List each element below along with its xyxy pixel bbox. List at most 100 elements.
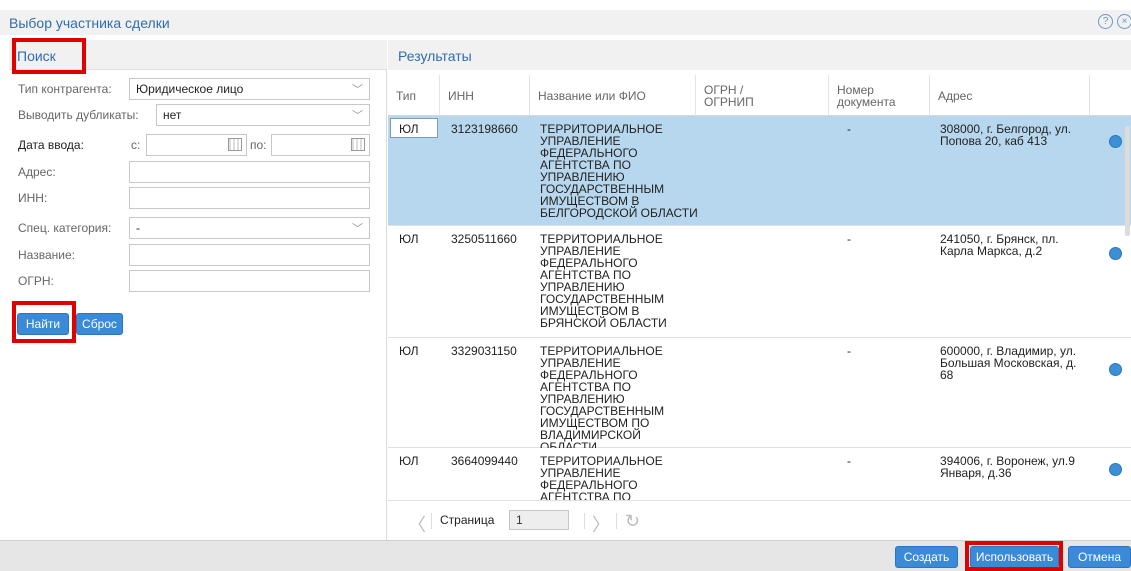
cell-address: 308000, г. Белгород, ул. Попова 20, каб …	[940, 122, 1072, 148]
category-select[interactable]: - ﹀	[129, 217, 370, 239]
page-number-value: 1	[516, 513, 523, 527]
results-table-header: Тип ИНН Название или ФИО ОГРН / ОГРНИП Н…	[388, 75, 1131, 116]
select-radio[interactable]	[1109, 135, 1122, 148]
cell-type: ЮЛ	[399, 232, 419, 246]
cell-address: 241050, г. Брянск, пл. Карла Маркса, д.2	[940, 232, 1059, 258]
name-label: Название:	[18, 248, 75, 262]
cell-inn: 3250511660	[451, 232, 517, 246]
contractor-type-select[interactable]: Юридическое лицо ﹀	[129, 78, 370, 100]
chevron-down-icon: ﹀	[352, 223, 363, 235]
scrollbar-thumb[interactable]	[1125, 126, 1130, 236]
next-page-icon[interactable]: 〉	[592, 511, 610, 537]
dialog-window: Выбор участника сделки ? × Поиск Тип кон…	[0, 0, 1131, 571]
column-address-label: Адрес	[938, 88, 973, 103]
column-inn-label: ИНН	[448, 88, 474, 103]
contractor-type-label: Тип контрагента:	[18, 82, 112, 96]
column-doc-label: Номер документа	[837, 82, 896, 109]
cell-inn: 3329031150	[451, 344, 517, 358]
table-row[interactable]: ЮЛ 3250511660 ТЕРРИТОРИАЛЬНОЕ УПРАВЛЕНИЕ…	[388, 226, 1131, 338]
column-ogrn[interactable]: ОГРН / ОГРНИП	[696, 75, 829, 116]
page-number-input[interactable]: 1	[509, 510, 569, 530]
cell-type: ЮЛ	[399, 122, 419, 136]
column-doc[interactable]: Номер документа	[829, 75, 930, 116]
cell-name: ТЕРРИТОРИАЛЬНОЕ УПРАВЛЕНИЕ ФЕДЕРАЛЬНОГО …	[540, 454, 663, 504]
name-field[interactable]	[129, 244, 370, 266]
table-row[interactable]: ЮЛ 3329031150 ТЕРРИТОРИАЛЬНОЕ УПРАВЛЕНИЕ…	[388, 338, 1131, 453]
results-panel: Результаты Тип ИНН Название или ФИО ОГРН…	[388, 40, 1131, 540]
address-field[interactable]	[129, 161, 370, 183]
inn-field[interactable]	[129, 187, 370, 209]
address-row: Адрес:	[9, 161, 387, 183]
cell-type: ЮЛ	[399, 454, 419, 468]
cell-doc: -	[847, 344, 851, 358]
cancel-button[interactable]: Отмена	[1068, 546, 1131, 568]
select-radio[interactable]	[1109, 463, 1122, 476]
results-panel-header: Результаты	[388, 40, 1131, 70]
column-address[interactable]: Адрес	[930, 75, 1090, 116]
pagination-bar: 〈 Страница 1 〉 ↻	[388, 500, 1131, 540]
cell-inn: 3123198660	[451, 122, 518, 136]
cell-address: 394006, г. Воронеж, ул.9 Января, д.36	[940, 454, 1075, 480]
column-ogrn-label: ОГРН / ОГРНИП	[704, 82, 754, 109]
search-panel-header: Поиск	[9, 40, 387, 70]
duplicates-value: нет	[163, 108, 182, 122]
duplicates-label: Выводить дубликаты:	[18, 108, 139, 122]
calendar-icon[interactable]	[228, 138, 242, 151]
pager-divider	[616, 513, 617, 529]
pager-divider	[584, 513, 585, 529]
date-row: Дата ввода: с: по:	[9, 134, 387, 156]
cell-address: 600000, г. Владимир, ул. Большая Московс…	[940, 344, 1077, 382]
calendar-icon[interactable]	[351, 138, 365, 151]
chevron-down-icon: ﹀	[352, 110, 363, 122]
reset-button[interactable]: Сброс	[76, 313, 123, 335]
cell-name: ТЕРРИТОРИАЛЬНОЕ УПРАВЛЕНИЕ ФЕДЕРАЛЬНОГО …	[540, 344, 665, 454]
cell-doc: -	[847, 454, 851, 468]
chevron-down-icon: ﹀	[352, 84, 363, 96]
ogrn-label: ОГРН:	[18, 274, 54, 288]
inn-label: ИНН:	[18, 191, 48, 205]
cell-doc: -	[847, 232, 851, 246]
search-panel-title: Поиск	[17, 48, 56, 64]
select-radio[interactable]	[1109, 363, 1122, 376]
cell-type: ЮЛ	[399, 344, 419, 358]
column-type[interactable]: Тип	[388, 75, 440, 116]
ogrn-field[interactable]	[129, 270, 370, 292]
table-row[interactable]: ЮЛ 3123198660 ТЕРРИТОРИАЛЬНОЕ УПРАВЛЕНИЕ…	[388, 116, 1131, 226]
date-from-field[interactable]	[146, 134, 247, 156]
help-icon[interactable]: ?	[1098, 14, 1113, 29]
column-inn[interactable]: ИНН	[440, 75, 530, 116]
prev-page-icon[interactable]: 〈	[408, 511, 426, 537]
contractor-type-value: Юридическое лицо	[136, 82, 244, 96]
use-button[interactable]: Использовать	[970, 546, 1059, 568]
duplicates-select[interactable]: нет ﹀	[156, 104, 370, 126]
date-label: Дата ввода:	[18, 138, 84, 152]
column-type-label: Тип	[396, 88, 417, 103]
category-value: -	[136, 221, 140, 235]
cell-name: ТЕРРИТОРИАЛЬНОЕ УПРАВЛЕНИЕ ФЕДЕРАЛЬНОГО …	[540, 122, 698, 220]
cell-inn: 3664099440	[451, 454, 518, 468]
dialog-title: Выбор участника сделки	[9, 15, 170, 31]
column-name-label: Название или ФИО	[538, 88, 646, 103]
cell-name: ТЕРРИТОРИАЛЬНОЕ УПРАВЛЕНИЕ ФЕДЕРАЛЬНОГО …	[540, 232, 667, 330]
dialog-titlebar: Выбор участника сделки ? ×	[0, 10, 1131, 35]
date-to-field[interactable]	[271, 134, 370, 156]
search-panel: Поиск Тип контрагента: Юридическое лицо …	[9, 38, 387, 540]
date-from-label: с:	[131, 138, 141, 152]
create-button[interactable]: Создать	[895, 546, 958, 568]
results-scrollbar[interactable]	[1125, 116, 1131, 530]
address-label: Адрес:	[18, 165, 56, 179]
duplicates-row: Выводить дубликаты: нет ﹀	[9, 104, 387, 126]
name-row: Название:	[9, 244, 387, 266]
date-to-label: по:	[250, 138, 267, 152]
select-radio[interactable]	[1109, 247, 1122, 260]
refresh-icon[interactable]: ↻	[625, 511, 640, 532]
close-icon[interactable]: ×	[1117, 14, 1131, 29]
contractor-type-row: Тип контрагента: Юридическое лицо ﹀	[9, 78, 387, 100]
page-label: Страница	[440, 513, 495, 527]
cell-doc: -	[847, 122, 851, 136]
category-label: Спец. категория:	[18, 221, 112, 235]
dialog-footer: Создать Использовать Отмена	[0, 540, 1131, 571]
inn-row: ИНН:	[9, 187, 387, 209]
column-name[interactable]: Название или ФИО	[530, 75, 696, 116]
find-button[interactable]: Найти	[17, 313, 69, 335]
